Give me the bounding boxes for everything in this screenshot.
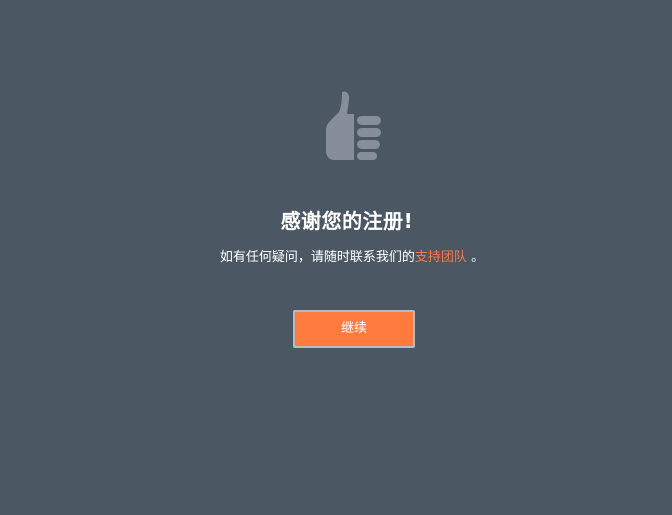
page-title: 感谢您的注册! [280, 209, 414, 233]
confirmation-page: 感谢您的注册! 如有任何疑问，请随时联系我们的支持团队 。 继续 [0, 0, 672, 515]
thumbs-up-icon [320, 88, 386, 166]
support-team-link[interactable]: 支持团队 [415, 250, 467, 265]
help-message-text: 如有任何疑问，请随时联系我们的 [219, 250, 415, 265]
continue-button[interactable]: 继续 [293, 310, 415, 348]
help-message-suffix: 。 [466, 250, 485, 265]
help-message: 如有任何疑问，请随时联系我们的支持团队 。 [0, 246, 672, 265]
